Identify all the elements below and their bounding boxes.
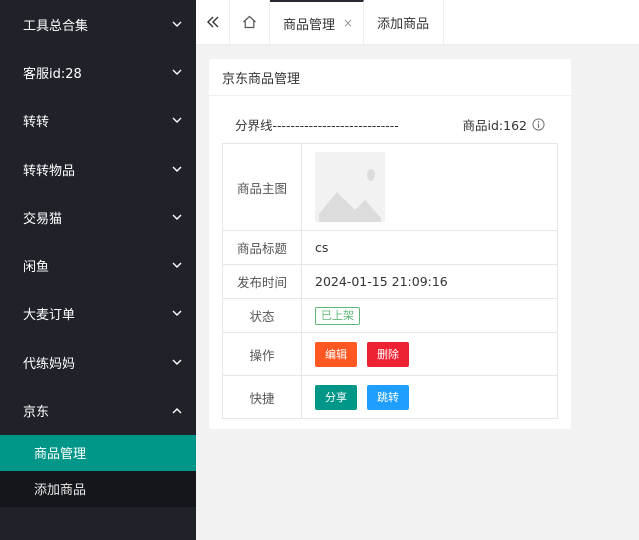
sidebar: 工具总合集 客服id:28 转转 转转物品 交易猫 闲鱼 大麦订单 代练妈妈 京… (0, 0, 196, 540)
sidebar-item-damai[interactable]: 大麦订单 (0, 290, 196, 338)
edit-button[interactable]: 编辑 (315, 341, 357, 367)
value-main-image (301, 143, 558, 231)
chevron-down-icon (172, 261, 182, 271)
product-id-wrap: 商品id:162 (463, 115, 545, 134)
sidebar-item-label: 转转 (23, 115, 50, 131)
tab-bar: 商品管理 × 添加商品 (196, 0, 639, 45)
label-status: 状态 (222, 298, 302, 333)
sidebar-item-tools[interactable]: 工具总合集 (0, 0, 196, 48)
sidebar-item-label: 闲鱼 (23, 260, 50, 276)
value-actions: 编辑 删除 (301, 332, 558, 376)
image-placeholder-icon (315, 152, 385, 222)
tab-product-manage[interactable]: 商品管理 × (270, 0, 365, 44)
chevron-down-icon (172, 67, 182, 77)
delete-button[interactable]: 删除 (367, 341, 409, 367)
tab-add-product[interactable]: 添加商品 (364, 0, 445, 44)
divider-text: 分界线---------------------------- (235, 117, 399, 133)
table-row: 发布时间 2024-01-15 21:09:16 (222, 264, 558, 299)
sidebar-item-jd[interactable]: 京东 (0, 386, 196, 434)
sidebar-item-dailian[interactable]: 代练妈妈 (0, 338, 196, 386)
sidebar-subitem-add-product[interactable]: 添加商品 (0, 471, 196, 507)
card-title: 京东商品管理 (209, 59, 571, 96)
chevron-down-icon (172, 116, 182, 126)
value-publish-time: 2024-01-15 21:09:16 (301, 264, 558, 299)
sidebar-item-zhuanzhuan[interactable]: 转转 (0, 97, 196, 145)
sidebar-item-label: 工具总合集 (23, 18, 89, 34)
product-card: 京东商品管理 分界线---------------------------- 商… (209, 59, 571, 429)
double-chevron-left-icon (206, 16, 218, 28)
tab-home[interactable] (230, 0, 270, 44)
sidebar-item-service[interactable]: 客服id:28 (0, 48, 196, 96)
tab-label: 添加商品 (377, 16, 430, 32)
sidebar-item-label: 转转物品 (23, 163, 76, 179)
chevron-down-icon (172, 164, 182, 174)
table-row: 商品主图 (222, 143, 558, 231)
main-content: 京东商品管理 分界线---------------------------- 商… (196, 45, 639, 540)
chevron-down-icon (172, 19, 182, 29)
chevron-down-icon (172, 212, 182, 222)
sidebar-item-label: 大麦订单 (23, 308, 76, 324)
close-icon[interactable]: × (343, 16, 353, 30)
label-quick: 快捷 (222, 375, 302, 419)
label-actions: 操作 (222, 332, 302, 376)
value-status: 已上架 (301, 298, 558, 333)
jump-button[interactable]: 跳转 (367, 384, 409, 410)
share-button[interactable]: 分享 (315, 384, 357, 410)
sidebar-item-zhuanzhuan-goods[interactable]: 转转物品 (0, 145, 196, 193)
sidebar-item-jiaoyimao[interactable]: 交易猫 (0, 193, 196, 241)
table-row: 快捷 分享 跳转 (222, 375, 558, 419)
chevron-down-icon (172, 309, 182, 319)
product-id: 商品id:162 (462, 117, 527, 133)
status-badge: 已上架 (315, 306, 360, 325)
collapse-sidebar-button[interactable] (196, 0, 230, 44)
product-detail-table: 商品主图 商品标题 cs 发布时间 2024-01-15 21:09:16 状态… (222, 143, 558, 419)
tab-label: 商品管理 (283, 17, 336, 33)
chevron-down-icon (172, 357, 182, 367)
sidebar-item-label: 交易猫 (23, 211, 63, 227)
value-quick: 分享 跳转 (301, 375, 558, 419)
sidebar-submenu-jd: 商品管理 添加商品 (0, 434, 196, 507)
home-icon (243, 15, 256, 29)
label-main-image: 商品主图 (222, 143, 302, 231)
info-icon[interactable] (532, 117, 545, 131)
sidebar-item-label: 代练妈妈 (23, 356, 76, 372)
product-image-placeholder[interactable] (315, 152, 385, 222)
divider-row: 分界线---------------------------- 商品id:162 (235, 115, 545, 133)
table-row: 状态 已上架 (222, 298, 558, 333)
sidebar-item-xianyu[interactable]: 闲鱼 (0, 241, 196, 289)
sidebar-subitem-product-manage[interactable]: 商品管理 (0, 434, 196, 471)
label-title: 商品标题 (222, 230, 302, 265)
sidebar-item-label: 京东 (23, 405, 50, 421)
table-row: 商品标题 cs (222, 230, 558, 265)
sidebar-item-label: 客服id:28 (23, 66, 82, 82)
label-publish-time: 发布时间 (222, 264, 302, 299)
table-row: 操作 编辑 删除 (222, 332, 558, 376)
sidebar-bottom (0, 528, 196, 540)
value-title: cs (301, 230, 558, 265)
chevron-up-icon (172, 406, 182, 416)
